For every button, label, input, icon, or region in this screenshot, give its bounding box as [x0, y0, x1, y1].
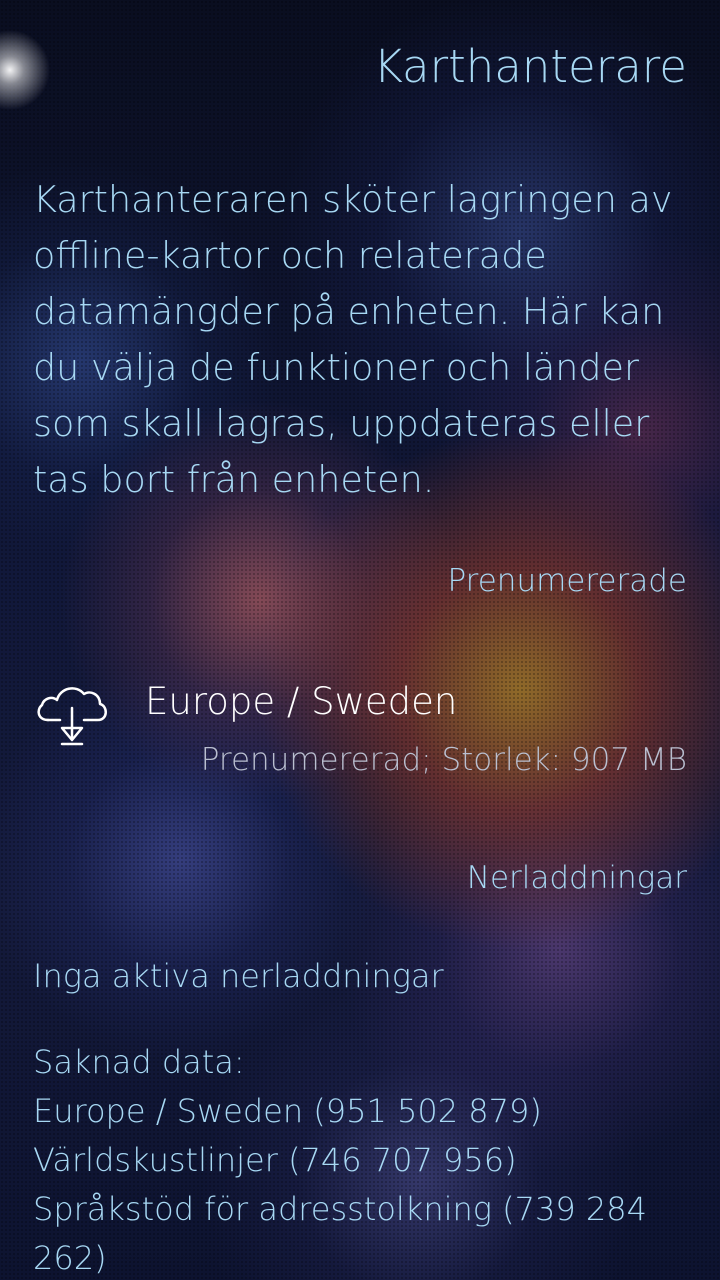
intro-text: Karthanteraren sköter lagringen av offli…: [33, 178, 673, 501]
cloud-download-icon: [37, 687, 107, 746]
subscribed-item-status: Prenumererad; Storlek: 907 MB: [200, 742, 687, 778]
page-title: Karthanterare: [373, 40, 687, 93]
section-header-subscribed: Prenumererade: [447, 563, 687, 599]
missing-data-label: Saknad data:: [33, 1043, 245, 1081]
missing-data-list: Saknad data: Europe / Sweden (951 502 87…: [33, 1038, 673, 1280]
missing-data-item: Världskustlinjer (746 707 956): [33, 1141, 517, 1179]
map-manager-page: Karthanterare Karthanteraren sköter lagr…: [0, 0, 720, 1280]
missing-data-item: Europe / Sweden (951 502 879): [33, 1092, 542, 1130]
subscribed-item-name: Europe / Sweden: [145, 680, 458, 723]
section-header-downloads: Nerladdningar: [466, 860, 687, 896]
no-downloads-text: Inga aktiva nerladdningar: [33, 957, 444, 995]
missing-data-item: Språkstöd för adresstolkning (739 284 26…: [33, 1190, 647, 1277]
subscribed-item-europe-sweden[interactable]: Europe / Sweden Prenumererad; Storlek: 9…: [0, 662, 720, 792]
